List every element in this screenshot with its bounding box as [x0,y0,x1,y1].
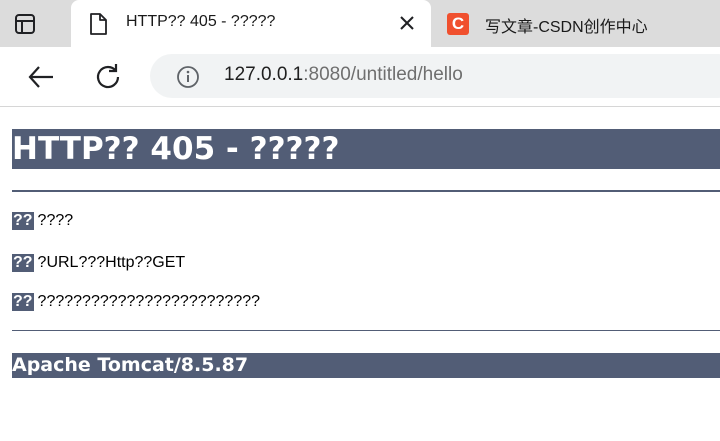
row-label: ?? [12,254,34,272]
divider [12,190,720,192]
row-value: ?URL???Http??GET [37,254,186,271]
row-label: ?? [12,212,34,230]
error-type-row: ?????? [12,211,73,231]
page-content: HTTP?? 405 - ????? ?????? ?? ?URL???Http?… [0,107,720,441]
row-label: ?? [12,293,34,311]
server-info: Apache Tomcat/8.5.87 [12,353,720,378]
back-arrow-icon[interactable] [27,63,55,91]
url-host: 127.0.0.1 [224,64,304,85]
info-icon[interactable] [176,65,200,89]
description-row: ??????????????????????????? [12,292,260,312]
page-title: HTTP?? 405 - ????? [12,129,720,169]
url-path: :8080/untitled/hello [303,64,463,85]
tab-strip: HTTP?? 405 - ????? C 写文章-CSDN创作中心 [0,0,720,47]
divider [12,330,720,331]
tab-search-icon[interactable] [14,13,36,35]
url-text: 127.0.0.1:8080/untitled/hello [224,64,463,86]
tab-title: 写文章-CSDN创作中心 [485,19,648,36]
tab-active[interactable]: HTTP?? 405 - ????? [71,0,431,47]
document-icon [89,13,107,35]
tab-csdn[interactable]: C 写文章-CSDN创作中心 [431,0,720,47]
address-bar[interactable]: 127.0.0.1:8080/untitled/hello [150,54,720,98]
tab-title: HTTP?? 405 - ????? [126,13,276,30]
reload-icon[interactable] [94,62,122,90]
row-value: ???? [37,212,74,229]
close-icon[interactable] [398,14,416,32]
message-row: ?? ?URL???Http??GET [12,253,185,273]
row-value: ????????????????????????? [37,293,261,310]
csdn-logo-icon: C [447,13,469,35]
browser-toolbar: 127.0.0.1:8080/untitled/hello [0,47,720,107]
